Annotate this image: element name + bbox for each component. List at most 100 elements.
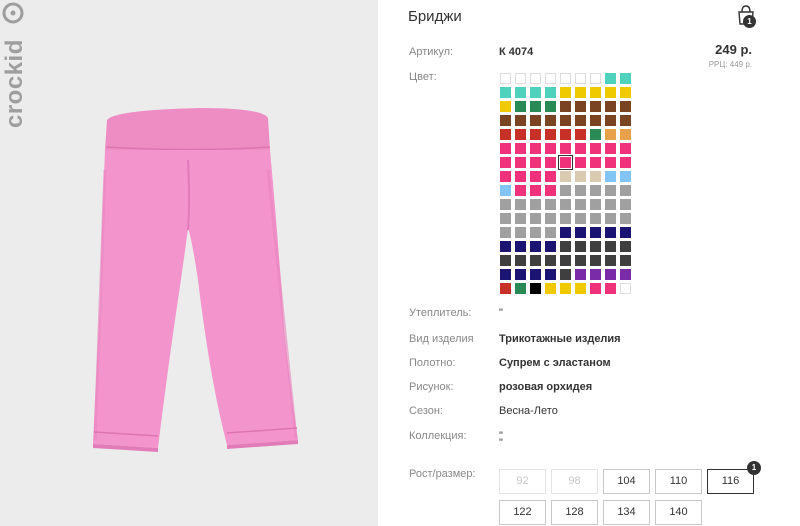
color-swatch[interactable] <box>530 255 541 266</box>
color-swatch[interactable] <box>500 199 511 210</box>
color-swatch[interactable] <box>500 101 511 112</box>
color-swatch[interactable] <box>605 171 616 182</box>
color-swatch[interactable] <box>545 101 556 112</box>
color-swatch[interactable] <box>620 171 631 182</box>
color-swatch[interactable] <box>545 227 556 238</box>
color-swatch[interactable] <box>560 213 571 224</box>
color-swatch[interactable] <box>515 101 526 112</box>
color-swatch[interactable] <box>605 101 616 112</box>
color-swatch[interactable] <box>545 87 556 98</box>
color-swatch[interactable] <box>560 241 571 252</box>
size-option-116[interactable]: 116 <box>707 469 754 494</box>
color-swatch[interactable] <box>560 129 571 140</box>
color-swatch[interactable] <box>590 199 601 210</box>
color-swatch[interactable] <box>620 269 631 280</box>
color-swatch[interactable] <box>515 115 526 126</box>
color-swatch[interactable] <box>545 255 556 266</box>
color-swatch[interactable] <box>575 129 586 140</box>
color-swatch[interactable] <box>590 171 601 182</box>
color-swatch[interactable] <box>530 213 541 224</box>
color-swatch[interactable] <box>515 255 526 266</box>
color-swatch[interactable] <box>500 87 511 98</box>
color-swatch[interactable] <box>530 283 541 294</box>
color-swatch[interactable] <box>530 241 541 252</box>
color-swatch[interactable] <box>620 143 631 154</box>
color-swatch[interactable] <box>560 101 571 112</box>
color-swatch[interactable] <box>575 171 586 182</box>
color-swatch[interactable] <box>545 143 556 154</box>
color-swatch[interactable] <box>530 129 541 140</box>
color-swatch[interactable] <box>590 101 601 112</box>
color-swatch[interactable] <box>590 283 601 294</box>
color-swatch[interactable] <box>575 199 586 210</box>
color-swatch[interactable] <box>620 199 631 210</box>
color-swatch[interactable] <box>590 129 601 140</box>
color-swatch[interactable] <box>590 157 601 168</box>
color-swatch[interactable] <box>620 227 631 238</box>
color-swatch[interactable] <box>500 213 511 224</box>
color-swatch[interactable] <box>620 87 631 98</box>
color-swatch[interactable] <box>515 171 526 182</box>
color-swatch[interactable] <box>575 115 586 126</box>
color-swatch[interactable] <box>605 157 616 168</box>
size-option-122[interactable]: 122 <box>499 500 546 525</box>
color-swatch[interactable] <box>515 129 526 140</box>
color-swatch[interactable] <box>500 241 511 252</box>
color-swatch[interactable] <box>515 87 526 98</box>
color-swatch[interactable] <box>605 269 616 280</box>
color-swatch[interactable] <box>545 213 556 224</box>
color-swatch[interactable] <box>575 269 586 280</box>
color-swatch[interactable] <box>590 213 601 224</box>
color-swatch[interactable] <box>500 171 511 182</box>
color-swatch[interactable] <box>500 73 511 84</box>
color-swatch[interactable] <box>620 255 631 266</box>
color-swatch[interactable] <box>620 101 631 112</box>
color-swatch[interactable] <box>560 87 571 98</box>
color-swatch[interactable] <box>560 199 571 210</box>
color-swatch[interactable] <box>590 241 601 252</box>
color-swatch[interactable] <box>545 199 556 210</box>
color-swatch[interactable] <box>605 199 616 210</box>
color-swatch[interactable] <box>515 185 526 196</box>
color-swatch[interactable] <box>560 115 571 126</box>
color-swatch[interactable] <box>560 143 571 154</box>
color-swatch[interactable] <box>500 129 511 140</box>
color-swatch[interactable] <box>560 185 571 196</box>
color-swatch[interactable] <box>545 115 556 126</box>
color-swatch[interactable] <box>515 199 526 210</box>
color-swatch[interactable] <box>530 171 541 182</box>
size-option-104[interactable]: 104 <box>603 469 650 494</box>
color-swatch[interactable] <box>500 157 511 168</box>
color-swatch[interactable] <box>575 143 586 154</box>
size-option-128[interactable]: 128 <box>551 500 598 525</box>
color-swatch[interactable] <box>605 241 616 252</box>
product-image[interactable]: crockid <box>0 0 378 526</box>
color-swatch[interactable] <box>560 171 571 182</box>
color-swatch[interactable] <box>500 269 511 280</box>
color-swatch[interactable] <box>620 241 631 252</box>
color-swatch[interactable] <box>530 157 541 168</box>
color-swatch[interactable] <box>590 255 601 266</box>
color-swatch[interactable] <box>620 115 631 126</box>
color-swatch[interactable] <box>575 101 586 112</box>
color-swatch[interactable] <box>530 143 541 154</box>
color-swatch[interactable] <box>620 157 631 168</box>
color-swatch[interactable] <box>605 185 616 196</box>
color-swatch[interactable] <box>590 227 601 238</box>
size-option-140[interactable]: 140 <box>655 500 702 525</box>
color-swatch[interactable] <box>515 241 526 252</box>
color-swatch[interactable] <box>515 283 526 294</box>
color-swatch[interactable] <box>575 73 586 84</box>
color-swatch[interactable] <box>620 213 631 224</box>
color-swatch[interactable] <box>545 157 556 168</box>
color-swatch[interactable] <box>500 115 511 126</box>
color-swatch[interactable] <box>515 269 526 280</box>
color-swatch[interactable] <box>545 171 556 182</box>
color-swatch[interactable] <box>500 255 511 266</box>
color-swatch[interactable] <box>620 283 631 294</box>
color-swatch[interactable] <box>605 73 616 84</box>
color-swatch[interactable] <box>605 87 616 98</box>
color-swatch[interactable] <box>530 227 541 238</box>
color-swatch[interactable] <box>515 213 526 224</box>
color-swatch[interactable] <box>530 199 541 210</box>
